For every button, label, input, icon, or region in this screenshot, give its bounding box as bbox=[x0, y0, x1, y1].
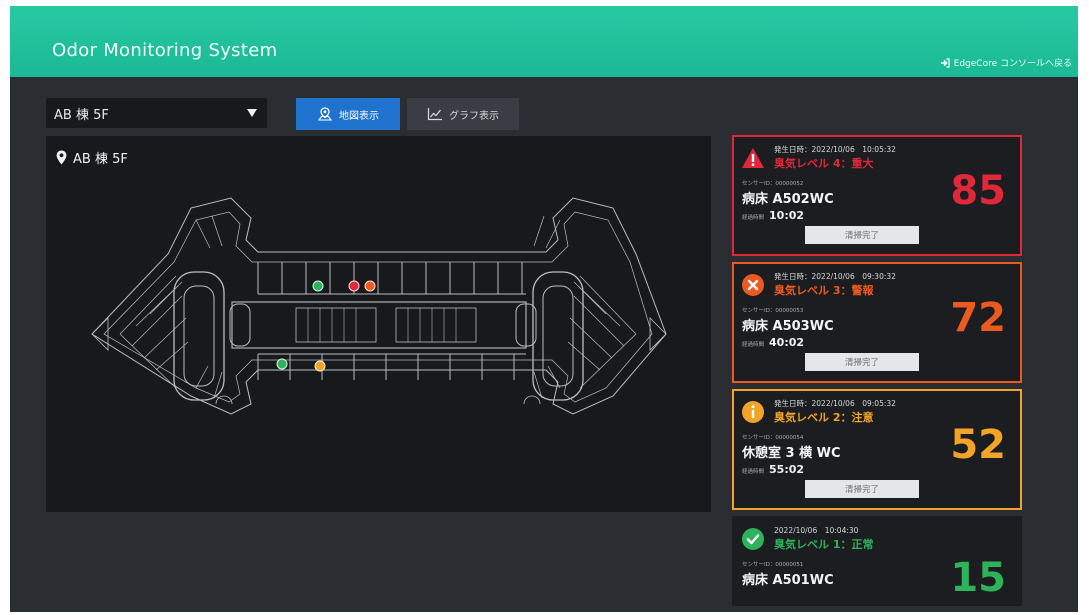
alert-elapsed-label: 経過時間 bbox=[742, 342, 765, 348]
exit-arrow-icon bbox=[940, 57, 950, 68]
alert-card-level-1: 2022/10/06 10:04:30 臭気レベル 1：正常 センサーID：00… bbox=[732, 516, 1022, 606]
alert-level: 臭気レベル 4：重大 bbox=[774, 157, 874, 170]
check-circle-icon bbox=[742, 528, 764, 550]
x-circle-icon bbox=[742, 274, 764, 296]
alert-date: 2022/10/06 10:04:30 bbox=[774, 526, 859, 535]
location-pin-icon bbox=[56, 150, 67, 165]
floor-map-panel: AB 棟 5F bbox=[46, 136, 711, 512]
alert-elapsed: 経過時間 55:02 bbox=[742, 463, 804, 476]
app-header: Odor Monitoring System EdgeCore コンソールへ戻る bbox=[10, 6, 1078, 77]
alert-elapsed-value: 40:02 bbox=[769, 336, 805, 349]
map-location-label: AB 棟 5F bbox=[56, 148, 128, 167]
alert-room: 休憩室 3 横 WC bbox=[742, 446, 841, 461]
alert-date: 発生日時：2022/10/06 10:05:32 bbox=[774, 145, 896, 154]
alert-card-level-3: 発生日時：2022/10/06 09:30:32 臭気レベル 3：警報 センサー… bbox=[732, 262, 1022, 383]
map-view-button[interactable]: 地図表示 bbox=[296, 98, 400, 130]
alert-room: 病床 A501WC bbox=[742, 573, 834, 588]
exit-console-link[interactable]: EdgeCore コンソールへ戻る bbox=[940, 56, 1072, 69]
alert-elapsed-value: 10:02 bbox=[769, 209, 805, 222]
alert-elapsed-label: 経過時間 bbox=[742, 215, 765, 221]
alert-score: 72 bbox=[950, 295, 1006, 341]
alert-level: 臭気レベル 1：正常 bbox=[774, 538, 874, 551]
alert-level: 臭気レベル 2：注意 bbox=[774, 411, 874, 424]
sensor-marker-warning[interactable] bbox=[364, 280, 376, 292]
alert-date: 発生日時：2022/10/06 09:30:32 bbox=[774, 272, 896, 281]
alert-elapsed-label: 経過時間 bbox=[742, 469, 765, 475]
building-floor-select[interactable]: AB 棟 5F bbox=[46, 98, 267, 128]
floor-plan bbox=[91, 197, 667, 415]
sensor-marker-normal[interactable] bbox=[276, 358, 288, 370]
alert-sensor-id: センサーID：00000054 bbox=[742, 435, 804, 441]
alert-card-level-4: 発生日時：2022/10/06 10:05:32 臭気レベル 4：重大 センサー… bbox=[732, 135, 1022, 256]
building-floor-value: AB 棟 5F bbox=[54, 107, 109, 123]
alert-elapsed: 経過時間 10:02 bbox=[742, 209, 804, 222]
alert-sensor-id: センサーID：00000051 bbox=[742, 562, 804, 568]
graph-view-button[interactable]: グラフ表示 bbox=[407, 98, 519, 130]
alert-room: 病床 A503WC bbox=[742, 319, 834, 334]
map-view-label: 地図表示 bbox=[339, 110, 379, 122]
app-title: Odor Monitoring System bbox=[52, 40, 278, 61]
cleaning-complete-button[interactable]: 清掃完了 bbox=[805, 480, 919, 498]
map-pin-icon bbox=[317, 107, 333, 121]
alert-score: 52 bbox=[950, 422, 1006, 468]
sensor-marker-normal[interactable] bbox=[312, 280, 324, 292]
alert-elapsed: 経過時間 40:02 bbox=[742, 336, 804, 349]
alert-sensor-id: センサーID：00000052 bbox=[742, 181, 804, 187]
alert-level: 臭気レベル 3：警報 bbox=[774, 284, 874, 297]
alert-elapsed-value: 55:02 bbox=[769, 463, 805, 476]
alert-score: 15 bbox=[950, 555, 1006, 601]
alert-date: 発生日時：2022/10/06 09:05:32 bbox=[774, 399, 896, 408]
exit-console-label: EdgeCore コンソールへ戻る bbox=[953, 59, 1072, 69]
warning-triangle-icon bbox=[742, 148, 764, 168]
app-window: Odor Monitoring System EdgeCore コンソールへ戻る… bbox=[10, 6, 1078, 612]
alert-card-level-2: 発生日時：2022/10/06 09:05:32 臭気レベル 2：注意 センサー… bbox=[732, 389, 1022, 510]
alert-sensor-id: センサーID：00000053 bbox=[742, 308, 804, 314]
cleaning-complete-button[interactable]: 清掃完了 bbox=[805, 353, 919, 371]
graph-view-label: グラフ表示 bbox=[449, 110, 499, 122]
sensor-marker-critical[interactable] bbox=[348, 280, 360, 292]
map-location-text: AB 棟 5F bbox=[73, 152, 128, 167]
info-circle-icon bbox=[742, 401, 764, 423]
chevron-down-icon bbox=[247, 109, 257, 117]
sensor-marker-caution[interactable] bbox=[314, 360, 326, 372]
cleaning-complete-button[interactable]: 清掃完了 bbox=[805, 226, 919, 244]
line-chart-icon bbox=[427, 108, 442, 121]
alert-score: 85 bbox=[950, 168, 1006, 214]
alert-room: 病床 A502WC bbox=[742, 192, 834, 207]
